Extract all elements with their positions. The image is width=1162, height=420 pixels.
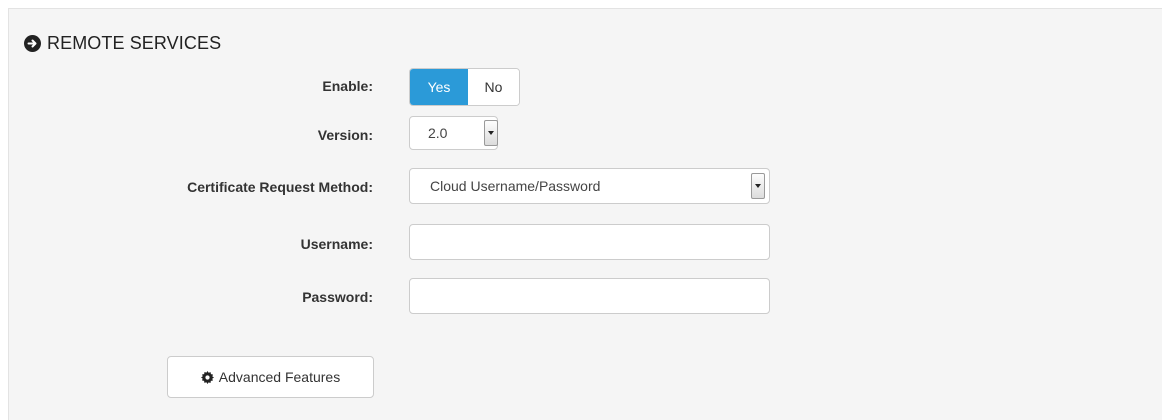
advanced-features-label: Advanced Features — [218, 369, 341, 385]
chevron-down-icon[interactable] — [484, 120, 498, 146]
password-label: Password: — [302, 289, 373, 305]
username-input[interactable] — [409, 224, 770, 260]
circle-arrow-right-icon — [24, 34, 41, 52]
cert-method-label: Certificate Request Method: — [187, 179, 373, 195]
version-select[interactable]: 2.0 — [409, 116, 498, 150]
section-title: REMOTE SERVICES — [47, 32, 222, 53]
enable-toggle: Yes No — [409, 68, 520, 106]
enable-yes-option[interactable]: Yes — [410, 69, 468, 105]
enable-no-option[interactable]: No — [468, 69, 519, 105]
password-input[interactable] — [409, 278, 770, 314]
username-label: Username: — [300, 236, 373, 252]
section-header: REMOTE SERVICES — [24, 32, 221, 54]
version-label: Version: — [317, 127, 373, 143]
advanced-features-button[interactable]: Advanced Features — [167, 356, 374, 398]
enable-label: Enable: — [322, 78, 373, 94]
gear-icon — [200, 370, 214, 384]
cert-method-select-value: Cloud Username/Password — [430, 178, 601, 194]
cert-method-select[interactable]: Cloud Username/Password — [409, 168, 770, 204]
chevron-down-icon[interactable] — [751, 173, 765, 199]
